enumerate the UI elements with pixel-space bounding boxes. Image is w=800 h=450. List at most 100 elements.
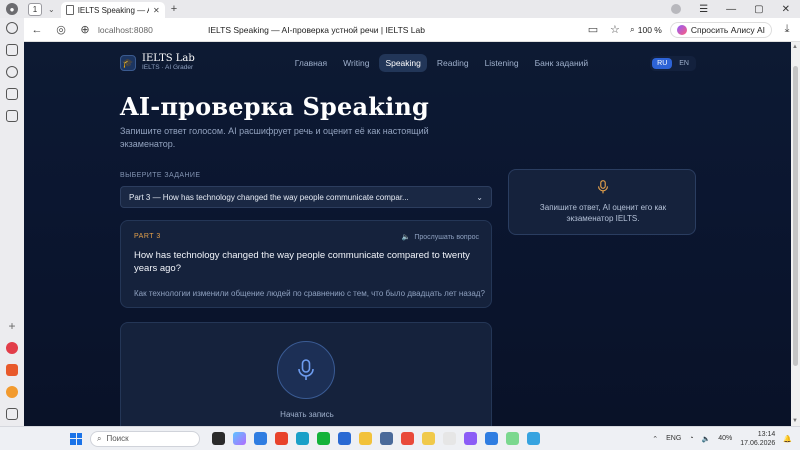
chrome-icon[interactable] bbox=[401, 432, 414, 445]
question-text: How has technology changed the way peopl… bbox=[134, 250, 470, 274]
profile-button[interactable]: ● bbox=[0, 0, 24, 18]
browser-tab-active[interactable]: IELTS Speaking — AI-пр ✕ bbox=[60, 2, 165, 18]
question-translation: Как технологии изменили общение людей по… bbox=[134, 289, 485, 298]
url-field[interactable]: localhost:8080 bbox=[98, 25, 153, 35]
question-part-label: PART 3 bbox=[134, 233, 161, 240]
office-icon[interactable] bbox=[6, 364, 18, 376]
nav-item-writing[interactable]: Writing bbox=[337, 54, 375, 72]
bookmark-icon[interactable]: ☆ bbox=[608, 23, 622, 36]
microphone-icon bbox=[298, 359, 314, 380]
yandex-icon[interactable] bbox=[275, 432, 288, 445]
photos-icon[interactable] bbox=[338, 432, 351, 445]
nav-item-speaking[interactable]: Speaking bbox=[379, 54, 427, 72]
folder-icon[interactable] bbox=[359, 432, 372, 445]
site-logo[interactable]: 🎓 IELTS Lab IELTS · AI Grader bbox=[120, 54, 195, 71]
result-placeholder-text: Запишите ответ, AI оценит его как экзаме… bbox=[539, 203, 667, 223]
logo-subtitle: IELTS · AI Grader bbox=[142, 63, 194, 71]
main-nav: Главная Writing Speaking Reading Listeni… bbox=[289, 54, 594, 72]
messenger-icon[interactable] bbox=[506, 432, 519, 445]
battery-level[interactable]: 40% bbox=[718, 435, 732, 442]
tab-title: IELTS Speaking — AI-пр bbox=[77, 5, 149, 15]
clock-time: 13:14 bbox=[757, 430, 776, 438]
close-window-button[interactable]: ✕ bbox=[782, 4, 790, 15]
task-select[interactable]: Part 3 — How has technology changed the … bbox=[120, 186, 492, 208]
mail-icon[interactable] bbox=[6, 386, 18, 398]
alice-icon bbox=[676, 24, 687, 35]
start-recording-button[interactable] bbox=[277, 341, 335, 399]
collections-icon[interactable] bbox=[6, 44, 18, 56]
lang-en-button[interactable]: EN bbox=[674, 58, 694, 69]
app-icon[interactable] bbox=[464, 432, 477, 445]
telegram-icon[interactable] bbox=[527, 432, 540, 445]
maximize-button[interactable]: ▢ bbox=[754, 4, 763, 15]
scroll-down-icon[interactable]: ▼ bbox=[792, 418, 798, 424]
scroll-up-icon[interactable]: ▲ bbox=[792, 44, 798, 50]
language-switcher: RU EN bbox=[650, 55, 696, 71]
site-header: 🎓 IELTS Lab IELTS · AI Grader Главная Wr… bbox=[120, 52, 696, 74]
bookmarks-icon[interactable]: ☰ bbox=[699, 4, 708, 15]
result-placeholder-card: Запишите ответ, AI оценит его как экзаме… bbox=[508, 169, 696, 235]
pinterest-icon[interactable] bbox=[6, 342, 18, 354]
download-icon[interactable]: ⤓ bbox=[780, 23, 794, 36]
notifications-icon[interactable]: 🔔 bbox=[783, 435, 792, 443]
xbox-icon[interactable] bbox=[317, 432, 330, 445]
keyboard-language[interactable]: ENG bbox=[666, 435, 681, 442]
taskbar-clock[interactable]: 13:14 17.06.2026 bbox=[740, 430, 775, 448]
page-scrollbar[interactable]: ▲ ▼ bbox=[791, 42, 800, 426]
add-panel-icon[interactable]: + bbox=[8, 320, 15, 332]
task-view-icon[interactable] bbox=[212, 432, 225, 445]
windows-start-icon[interactable] bbox=[70, 432, 82, 445]
account-icon[interactable] bbox=[671, 4, 682, 14]
calculator-icon[interactable] bbox=[380, 432, 393, 445]
reader-icon[interactable]: ▭ bbox=[586, 23, 600, 36]
notes-icon[interactable] bbox=[6, 88, 18, 100]
ask-alice-button[interactable]: Спросить Алису AI bbox=[669, 21, 772, 38]
zoom-control[interactable]: ⌕ 100 % bbox=[630, 24, 662, 35]
graduation-cap-icon: 🎓 bbox=[120, 55, 136, 71]
taskbar-search[interactable]: ⌕ Поиск bbox=[90, 430, 200, 447]
tab-count-button[interactable]: 1 bbox=[28, 2, 42, 16]
new-tab-button[interactable]: + bbox=[171, 3, 177, 15]
nav-item-task-bank[interactable]: Банк заданий bbox=[529, 54, 595, 72]
tray-chevron-icon[interactable]: ⌃ bbox=[652, 435, 658, 443]
listen-question-button[interactable]: 🔈 Прослушать вопрос bbox=[401, 233, 479, 242]
edge-icon[interactable] bbox=[296, 432, 309, 445]
listen-question-label: Прослушать вопрос bbox=[414, 233, 479, 241]
recorder-card: Начать запись bbox=[120, 322, 492, 426]
task-select-label: ВЫБЕРИТЕ ЗАДАНИЕ bbox=[120, 172, 201, 179]
page-title-bar: IELTS Speaking — AI-проверка устной речи… bbox=[208, 24, 425, 35]
nav-item-listening[interactable]: Listening bbox=[479, 54, 525, 72]
profile-icon: ● bbox=[6, 3, 18, 15]
media-icon[interactable] bbox=[6, 66, 18, 78]
telegram-desktop-icon[interactable] bbox=[443, 432, 456, 445]
back-icon[interactable]: ← bbox=[30, 24, 44, 36]
speaker-icon: 🔈 bbox=[401, 234, 411, 241]
scrollbar-thumb[interactable] bbox=[793, 66, 798, 366]
minimize-button[interactable]: — bbox=[726, 4, 736, 15]
site-info-icon[interactable]: ⊕ bbox=[78, 23, 92, 36]
tab-list-chevron-icon[interactable]: ⌄ bbox=[48, 5, 55, 14]
chevron-down-icon: ⌄ bbox=[476, 192, 483, 202]
volume-icon[interactable]: 🔈 bbox=[702, 435, 711, 443]
zoom-level: 100 % bbox=[637, 24, 662, 35]
page-icon bbox=[65, 5, 74, 15]
system-tray: ⌃ ENG ◔ 🔈 40% 13:14 17.06.2026 🔔 bbox=[652, 430, 800, 448]
page-title: AI-проверка Speaking bbox=[120, 92, 430, 121]
yandex-browser-icon[interactable] bbox=[422, 432, 435, 445]
security-icon[interactable]: ◎ bbox=[54, 23, 68, 36]
nav-item-home[interactable]: Главная bbox=[289, 54, 333, 72]
store-icon[interactable] bbox=[254, 432, 267, 445]
nav-item-reading[interactable]: Reading bbox=[431, 54, 475, 72]
search-icon: ⌕ bbox=[97, 433, 102, 443]
copilot-icon[interactable] bbox=[233, 432, 246, 445]
lang-ru-button[interactable]: RU bbox=[652, 57, 673, 69]
vscode-icon[interactable] bbox=[485, 432, 498, 445]
taskbar-apps bbox=[212, 432, 540, 445]
history-icon[interactable] bbox=[6, 22, 18, 34]
screenshot-icon[interactable] bbox=[6, 110, 18, 122]
taskbar: ⌕ Поиск ⌃ ENG ◔ 🔈 40% 13:14 17.06.2026 🔔 bbox=[0, 426, 800, 450]
close-tab-icon[interactable]: ✕ bbox=[153, 6, 160, 15]
panel-toggle-icon[interactable] bbox=[6, 408, 18, 420]
wifi-icon[interactable]: ◔ bbox=[689, 435, 693, 442]
question-card: PART 3 🔈 Прослушать вопрос How has techn… bbox=[120, 220, 492, 308]
